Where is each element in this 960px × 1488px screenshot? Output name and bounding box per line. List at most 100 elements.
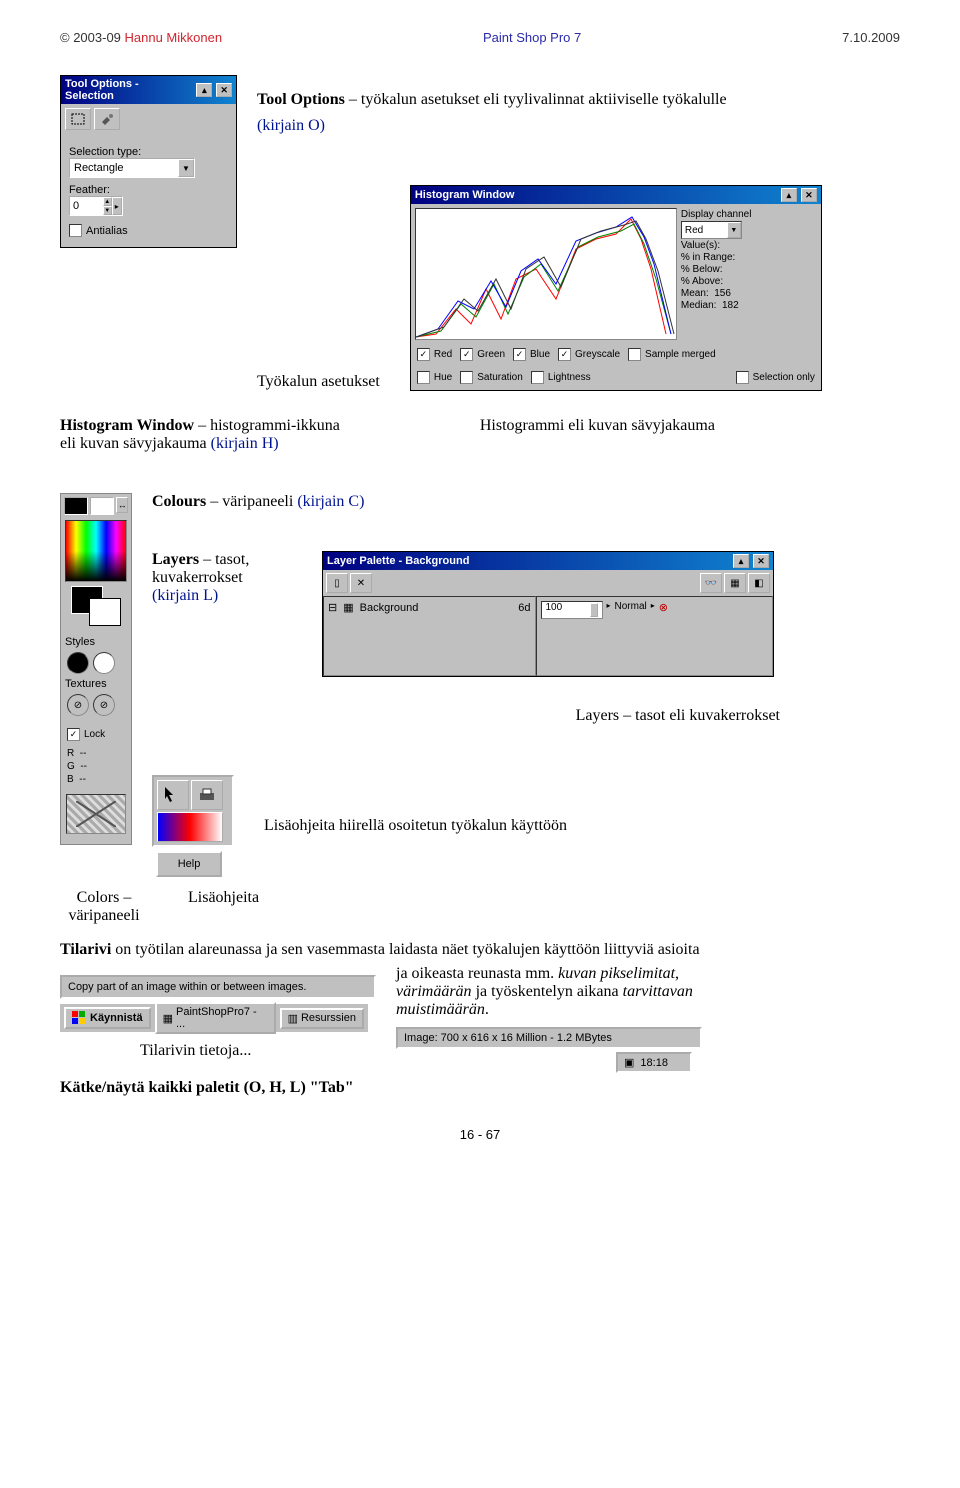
rgb-readout: R -- G -- B -- bbox=[61, 743, 131, 790]
page-header: © 2003-09 Hannu Mikkonen Paint Shop Pro … bbox=[60, 30, 900, 45]
lock-checkbox[interactable]: ✓Lock bbox=[61, 726, 131, 743]
slider-arrow-icon[interactable]: ▸ bbox=[651, 601, 655, 610]
tree-expand-icon[interactable]: ⊟ bbox=[328, 601, 337, 614]
minimize-icon[interactable]: ▴ bbox=[781, 188, 797, 202]
mask-icon[interactable]: ◧ bbox=[748, 573, 770, 593]
group-icon[interactable]: ▦ bbox=[724, 573, 746, 593]
help-icon-group: ? bbox=[152, 775, 234, 847]
close-icon[interactable]: ✕ bbox=[801, 188, 817, 202]
swap-colors-icon[interactable]: ↔ bbox=[116, 497, 128, 513]
slider-arrow-icon[interactable]: ▸ bbox=[607, 601, 611, 610]
minimize-icon[interactable]: ▴ bbox=[733, 554, 749, 568]
layer-palette-titlebar[interactable]: Layer Palette - Background ▴ ✕ bbox=[323, 552, 773, 570]
feather-spinner[interactable]: ▲ ▼ ▸ bbox=[69, 196, 123, 216]
layer-properties: 100 ▸ Normal ▸ ⊗ bbox=[536, 596, 774, 676]
delete-layer-icon[interactable]: ✕ bbox=[350, 573, 372, 593]
lock-icon[interactable]: ⊗ bbox=[659, 601, 668, 614]
help-button[interactable]: Help bbox=[156, 851, 222, 877]
taskbar: Käynnistä ▦ PaintShopPro7 - ... ▥ Resurs… bbox=[60, 1003, 368, 1032]
new-layer-icon[interactable]: ▯ bbox=[326, 573, 348, 593]
tray-icon[interactable]: ▣ bbox=[624, 1056, 634, 1069]
fg-swatch[interactable] bbox=[64, 497, 88, 515]
selection-type-dropdown[interactable]: Rectangle ▼ bbox=[69, 158, 195, 178]
tool-options-titlebar[interactable]: Tool Options - Selection ▴ ✕ bbox=[61, 76, 236, 104]
chevron-down-icon[interactable]: ▼ bbox=[727, 222, 741, 238]
selection-tool-tab[interactable] bbox=[65, 108, 91, 130]
none-swatch-icon[interactable] bbox=[66, 794, 126, 834]
lightness-checkbox[interactable]: Lightness bbox=[531, 371, 591, 384]
spinner-down-icon[interactable]: ▼ bbox=[103, 206, 112, 215]
tool-options-text: Tool Options – työkalun asetukset eli ty… bbox=[257, 91, 900, 135]
tab-line: Kätke/näytä kaikki paletit (O, H, L) "Ta… bbox=[60, 1079, 900, 1097]
page-number: 16 - 67 bbox=[60, 1127, 900, 1142]
start-button[interactable]: Käynnistä bbox=[64, 1007, 151, 1029]
author-link[interactable]: Hannu Mikkonen bbox=[125, 30, 223, 45]
header-title: Paint Shop Pro 7 bbox=[483, 30, 581, 45]
glasses-icon[interactable]: 6d bbox=[518, 602, 530, 614]
app-icon: ▦ bbox=[163, 1012, 173, 1025]
histogram-title: Histogram Window bbox=[415, 189, 515, 201]
close-icon[interactable]: ✕ bbox=[216, 83, 232, 97]
histogram-info: Display channel Red ▼ Value(s): % in Ran… bbox=[681, 208, 817, 340]
green-checkbox[interactable]: ✓Green bbox=[460, 348, 505, 361]
hue-checkbox[interactable]: Hue bbox=[417, 371, 452, 384]
tilarivi-right-text: ja oikeasta reunasta mm. kuvan pikselimi… bbox=[396, 965, 900, 1073]
color-picker[interactable] bbox=[65, 520, 127, 582]
copyright: © 2003-09 bbox=[60, 30, 125, 45]
histogram-titlebar[interactable]: Histogram Window ▴ ✕ bbox=[411, 186, 821, 204]
antialias-checkbox[interactable]: Antialias bbox=[69, 224, 228, 237]
style-bg-circle[interactable] bbox=[93, 652, 115, 674]
bg-swatch[interactable] bbox=[90, 497, 114, 515]
image-status-bar: Image: 700 x 616 x 16 Million - 1.2 MByt… bbox=[396, 1027, 702, 1049]
saturation-checkbox[interactable]: Saturation bbox=[460, 371, 523, 384]
tool-options-window: Tool Options - Selection ▴ ✕ Selection t… bbox=[60, 75, 237, 248]
selection-only-checkbox[interactable]: Selection only bbox=[736, 371, 815, 384]
fg-bg-overlap[interactable] bbox=[67, 586, 125, 630]
feather-input[interactable] bbox=[70, 197, 103, 215]
minimize-icon[interactable]: ▴ bbox=[196, 83, 212, 97]
resurssien-task-button[interactable]: ▥ Resurssien bbox=[280, 1008, 364, 1029]
blend-mode-label: Normal bbox=[615, 601, 647, 612]
histogram-window: Histogram Window ▴ ✕ bbox=[410, 185, 822, 391]
selection-type-label: Selection type: bbox=[69, 146, 228, 158]
layer-list[interactable]: ⊟ ▦ Background 6d bbox=[323, 596, 536, 676]
greyscale-checkbox[interactable]: ✓Greyscale bbox=[558, 348, 620, 361]
antialias-label: Antialias bbox=[86, 225, 128, 237]
tilarivin-tietoja-caption: Tilarivin tietoja... bbox=[140, 1042, 376, 1060]
options-tab[interactable] bbox=[94, 108, 120, 130]
opacity-slider[interactable]: 100 bbox=[541, 601, 603, 619]
histogram-checks-row2: Hue Saturation Lightness Selection only bbox=[411, 367, 821, 390]
chevron-down-icon[interactable]: ▼ bbox=[178, 159, 194, 177]
histogram-graph bbox=[415, 208, 677, 340]
wrench-icon bbox=[100, 113, 114, 125]
visibility-icon[interactable]: 👓 bbox=[700, 573, 722, 593]
lisaohjeita-caption: Lisäohjeita bbox=[188, 889, 259, 925]
blue-checkbox[interactable]: ✓Blue bbox=[513, 348, 550, 361]
layer-icon: ▦ bbox=[343, 601, 353, 614]
windows-logo-icon bbox=[72, 1011, 86, 1025]
close-icon[interactable]: ✕ bbox=[753, 554, 769, 568]
printer-icon[interactable] bbox=[191, 780, 223, 810]
style-fg-circle[interactable] bbox=[67, 652, 89, 674]
selection-rect-icon bbox=[71, 113, 85, 125]
layer-row-background[interactable]: ⊟ ▦ Background 6d bbox=[328, 601, 531, 614]
channel-dropdown[interactable]: Red ▼ bbox=[681, 221, 742, 239]
help-cursor-icon[interactable]: ? bbox=[157, 780, 189, 810]
sample-checkbox[interactable]: Sample merged bbox=[628, 348, 716, 361]
paintshop-task-button[interactable]: ▦ PaintShopPro7 - ... bbox=[155, 1002, 276, 1034]
tilarivi-paragraph: Tilarivi on työtilan alareunassa ja sen … bbox=[60, 941, 900, 959]
colours-text: Colours – väripaneeli (kirjain C) bbox=[152, 493, 900, 511]
clock: 18:18 bbox=[640, 1057, 668, 1069]
texture-bg-circle[interactable]: ⊘ bbox=[93, 694, 115, 716]
status-bar-left: Copy part of an image within or between … bbox=[60, 975, 376, 999]
texture-fg-circle[interactable]: ⊘ bbox=[67, 694, 89, 716]
color-bar-icon[interactable] bbox=[157, 812, 223, 842]
layer-palette-title: Layer Palette - Background bbox=[327, 555, 469, 567]
spinner-up-icon[interactable]: ▲ bbox=[103, 197, 112, 206]
spinner-arrow-icon[interactable]: ▸ bbox=[112, 197, 123, 215]
red-checkbox[interactable]: ✓Red bbox=[417, 348, 452, 361]
lisaohjeita-line: Lisäohjeita hiirellä osoitetun työkalun … bbox=[264, 817, 567, 835]
checkbox-icon bbox=[69, 224, 82, 237]
histogram-window-text: Histogram Window – histogrammi-ikkuna el… bbox=[60, 417, 340, 453]
header-date: 7.10.2009 bbox=[842, 30, 900, 45]
